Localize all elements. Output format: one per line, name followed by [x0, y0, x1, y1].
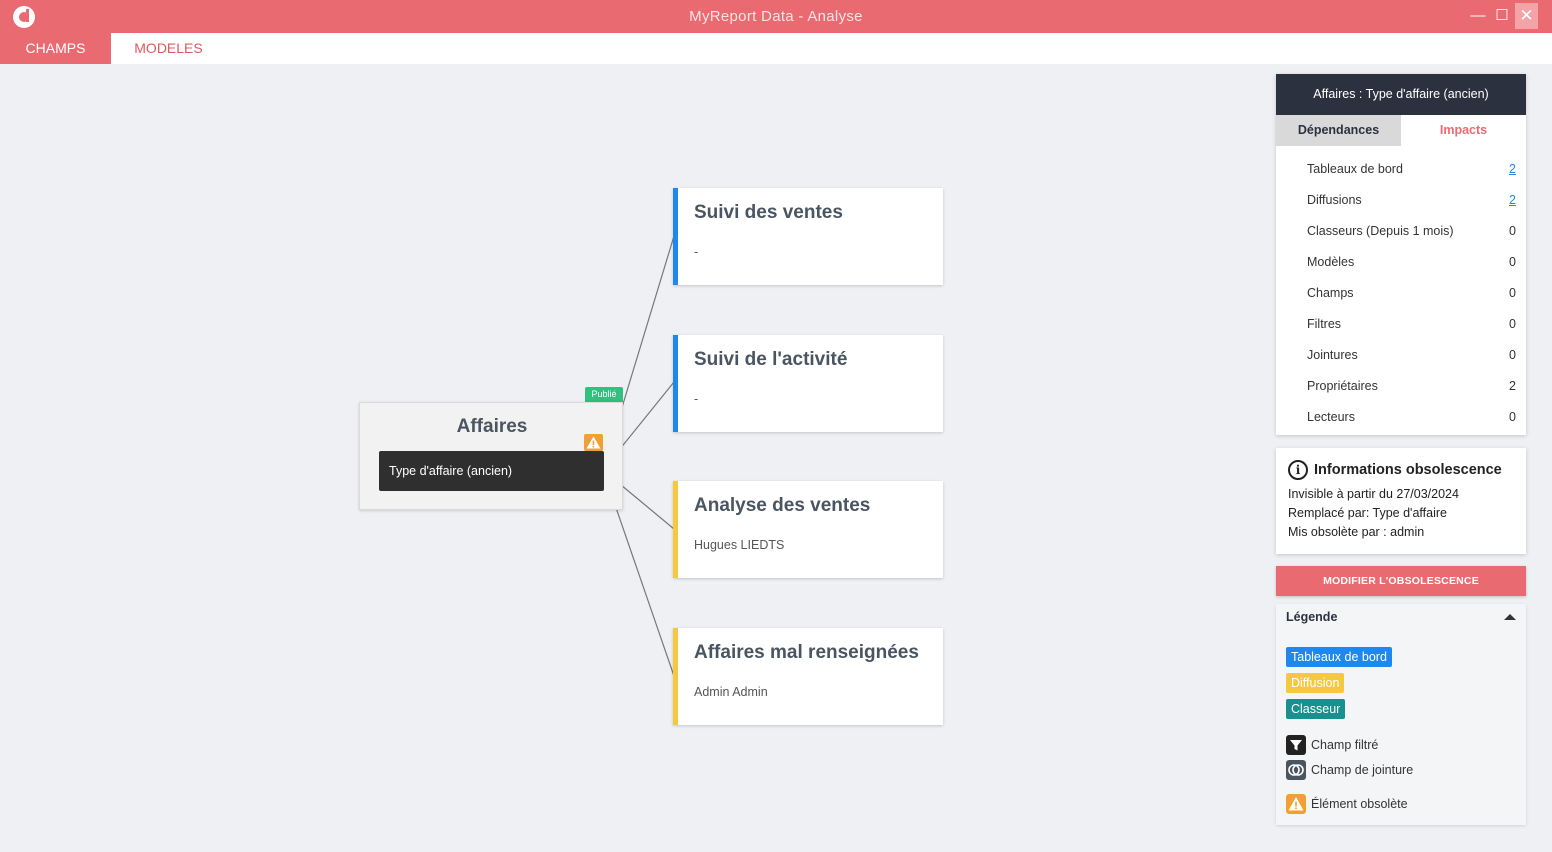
card-title: Suivi des ventes: [694, 202, 843, 223]
row-count: 0: [1509, 348, 1516, 362]
card-title: Analyse des ventes: [694, 495, 871, 516]
card-title: Suivi de l'activité: [694, 349, 848, 370]
menu-bar: CHAMPS MODELES: [0, 33, 1552, 64]
row-label: Tableaux de bord: [1307, 162, 1403, 176]
collapse-caret-icon[interactable]: [1504, 614, 1516, 620]
row-label: Filtres: [1307, 317, 1342, 331]
panel-tabs: Dépendances Impacts: [1276, 115, 1526, 146]
card-analyse-ventes[interactable]: Analyse des ventes Hugues LIEDTS: [673, 481, 943, 578]
card-suivi-activite[interactable]: Suivi de l'activité -: [673, 335, 943, 432]
obsolescence-by: Mis obsolète par : admin: [1288, 525, 1425, 539]
legend-tag-tableaux: Tableaux de bord: [1286, 647, 1392, 667]
card-subtitle: -: [694, 392, 699, 406]
card-subtitle: Hugues LIEDTS: [694, 538, 785, 552]
filter-icon: [1286, 735, 1306, 755]
obsolescence-panel: i Informations obsolescence Invisible à …: [1276, 448, 1526, 554]
card-subtitle: -: [694, 245, 699, 259]
info-icon: i: [1288, 460, 1308, 480]
obsolescence-date: Invisible à partir du 27/03/2024: [1288, 487, 1459, 501]
impact-row-filtres: Filtres 0: [1276, 309, 1526, 340]
legend-item-label: Champ filtré: [1311, 738, 1379, 752]
row-label: Jointures: [1307, 348, 1358, 362]
row-count: 0: [1509, 410, 1516, 424]
warning-icon: [1286, 794, 1306, 814]
warning-icon: [584, 434, 603, 451]
row-label: Champs: [1307, 286, 1354, 300]
impact-row-tableaux: Tableaux de bord 2: [1276, 154, 1526, 185]
legend-panel: Légende Tableaux de bord Diffusion Class…: [1276, 604, 1526, 825]
tab-impacts[interactable]: Impacts: [1401, 115, 1526, 146]
row-count-link[interactable]: 2: [1509, 162, 1516, 176]
source-node[interactable]: Affaires Type d'affaire (ancien): [359, 402, 623, 510]
row-label: Lecteurs: [1307, 410, 1355, 424]
published-badge: Publié: [585, 387, 623, 402]
modify-obsolescence-button[interactable]: MODIFIER L'OBSOLESCENCE: [1276, 566, 1526, 596]
minimize-icon[interactable]: —: [1467, 3, 1489, 29]
card-subtitle: Admin Admin: [694, 685, 768, 699]
row-count-link[interactable]: 2: [1509, 193, 1516, 207]
card-title: Affaires mal renseignées: [694, 642, 919, 663]
window-title: MyReport Data - Analyse: [689, 8, 863, 25]
source-field[interactable]: Type d'affaire (ancien): [379, 451, 604, 491]
obsolescence-title: Informations obsolescence: [1314, 462, 1502, 478]
impact-row-champs: Champs 0: [1276, 278, 1526, 309]
row-label: Classeurs (Depuis 1 mois): [1307, 224, 1454, 238]
impact-row-classeurs: Classeurs (Depuis 1 mois) 0: [1276, 216, 1526, 247]
card-suivi-ventes[interactable]: Suivi des ventes -: [673, 188, 943, 285]
impact-row-jointures: Jointures 0: [1276, 340, 1526, 371]
tab-champs[interactable]: CHAMPS: [0, 33, 111, 64]
impact-row-proprietaires: Propriétaires 2: [1276, 371, 1526, 402]
card-affaires-mal-renseignees[interactable]: Affaires mal renseignées Admin Admin: [673, 628, 943, 725]
impact-row-diffusions: Diffusions 2: [1276, 185, 1526, 216]
close-icon[interactable]: ✕: [1515, 3, 1538, 29]
row-count: 0: [1509, 317, 1516, 331]
row-count: 0: [1509, 286, 1516, 300]
legend-title: Légende: [1286, 610, 1338, 624]
legend-tag-diffusion: Diffusion: [1286, 673, 1345, 693]
row-label: Diffusions: [1307, 193, 1362, 207]
impact-row-modeles: Modèles 0: [1276, 247, 1526, 278]
row-label: Modèles: [1307, 255, 1355, 269]
tab-modeles[interactable]: MODELES: [111, 33, 226, 64]
row-count: 0: [1509, 224, 1516, 238]
row-count: 0: [1509, 255, 1516, 269]
panel-header: Affaires : Type d'affaire (ancien): [1276, 74, 1526, 115]
obsolescence-replaced: Remplacé par: Type d'affaire: [1288, 506, 1447, 520]
title-bar: MyReport Data - Analyse — ☐ ✕: [0, 0, 1552, 33]
impact-row-lecteurs: Lecteurs 0: [1276, 402, 1526, 433]
legend-item-label: Élément obsolète: [1311, 797, 1408, 811]
legend-tag-classeur: Classeur: [1286, 699, 1346, 719]
row-label: Propriétaires: [1307, 379, 1378, 393]
maximize-icon[interactable]: ☐: [1491, 3, 1513, 29]
tab-dependances[interactable]: Dépendances: [1276, 115, 1401, 146]
legend-item-label: Champ de jointure: [1311, 763, 1414, 777]
row-count: 2: [1509, 379, 1516, 393]
impact-list: Tableaux de bord 2 Diffusions 2 Classeurs …: [1276, 154, 1526, 433]
impact-panel: Affaires : Type d'affaire (ancien) Dépen…: [1276, 74, 1526, 435]
join-icon: [1286, 760, 1306, 780]
